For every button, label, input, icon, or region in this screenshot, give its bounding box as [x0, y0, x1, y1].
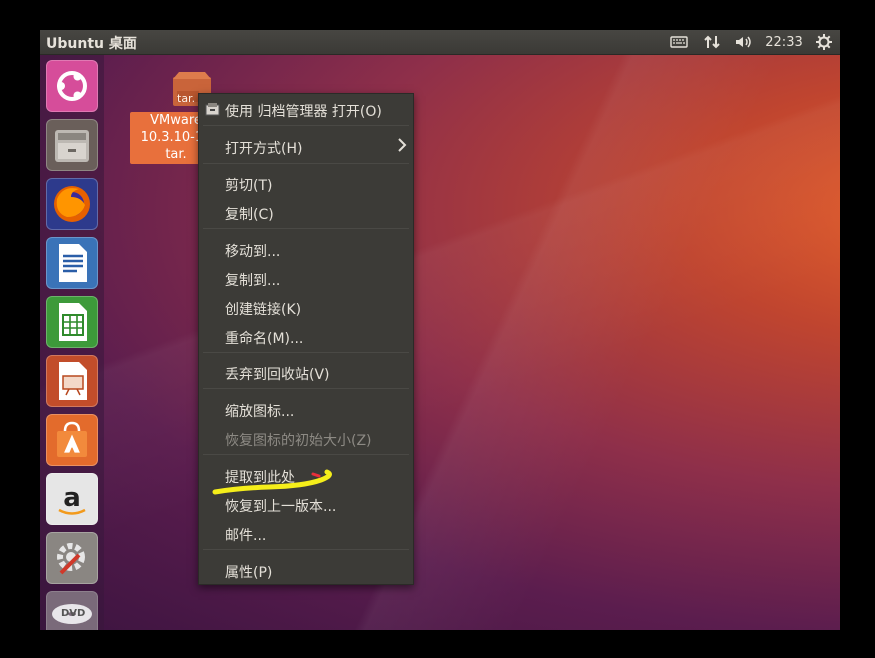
firefox-icon[interactable] — [46, 178, 98, 230]
menu-separator — [203, 163, 409, 164]
keyboard-icon[interactable] — [668, 32, 690, 52]
chevron-right-icon — [398, 138, 407, 152]
calc-icon[interactable] — [46, 296, 98, 348]
menu-item-move-to-trash[interactable]: 丢弃到回收站(V) — [199, 358, 413, 386]
clock[interactable]: 22:33 — [764, 32, 804, 52]
menu-item-open-with-archive-manager[interactable]: 使用 归档管理器 打开(O) — [199, 95, 413, 123]
writer-icon[interactable] — [46, 237, 98, 289]
menu-item-move-to[interactable]: 移动到... — [199, 235, 413, 263]
menu-item-label: 剪切(T) — [225, 178, 273, 194]
desktop-screen: Ubuntu 桌面 22:33 a DVD tar. VMware 10.3.1… — [40, 30, 840, 630]
menu-item-restore-icon-size: 恢复图标的初始大小(Z) — [199, 424, 413, 452]
menu-item-label: 复制到... — [225, 273, 281, 289]
menu-item-label: 邮件... — [225, 528, 267, 544]
menu-item-label: 打开方式(H) — [225, 141, 303, 157]
menu-item-resize-icon[interactable]: 缩放图标... — [199, 395, 413, 423]
network-icon[interactable] — [701, 32, 723, 52]
menu-item-properties[interactable]: 属性(P) — [199, 556, 413, 584]
launcher: a DVD — [40, 55, 104, 630]
volume-icon[interactable] — [732, 32, 756, 52]
system-settings-icon[interactable] — [46, 532, 98, 584]
software-center-icon[interactable] — [46, 414, 98, 466]
menu-separator — [203, 388, 409, 389]
menu-separator — [203, 125, 409, 126]
ubuntu-logo-icon[interactable] — [46, 60, 98, 112]
context-menu: 使用 归档管理器 打开(O) 打开方式(H) 剪切(T) 复制(C) 移动到..… — [198, 93, 414, 585]
svg-text:a: a — [63, 483, 81, 513]
panel-title: Ubuntu 桌面 — [46, 36, 137, 52]
menu-item-copy[interactable]: 复制(C) — [199, 198, 413, 226]
menu-item-email[interactable]: 邮件... — [199, 519, 413, 547]
menu-separator — [203, 352, 409, 353]
impress-icon[interactable] — [46, 355, 98, 407]
menu-separator — [203, 228, 409, 229]
menu-item-label: 复制(C) — [225, 207, 274, 223]
power-gear-icon[interactable] — [814, 32, 834, 52]
menu-item-label: 丢弃到回收站(V) — [225, 367, 330, 383]
dvd-label: DVD — [61, 608, 86, 619]
menu-separator — [203, 549, 409, 550]
amazon-icon[interactable]: a — [46, 473, 98, 525]
menu-item-rename[interactable]: 重命名(M)... — [199, 322, 413, 350]
menu-item-label: 重命名(M)... — [225, 331, 304, 347]
menu-item-label: 创建链接(K) — [225, 302, 302, 318]
menu-item-copy-to[interactable]: 复制到... — [199, 264, 413, 292]
file-cabinet-icon[interactable] — [46, 119, 98, 171]
top-panel: Ubuntu 桌面 22:33 — [40, 30, 840, 55]
menu-item-label: 缩放图标... — [225, 404, 295, 420]
menu-item-label: 使用 归档管理器 打开(O) — [225, 104, 382, 120]
archive-manager-icon — [205, 103, 220, 116]
menu-item-cut[interactable]: 剪切(T) — [199, 169, 413, 197]
yellow-underline-annotation — [212, 469, 332, 495]
menu-item-label: 移动到... — [225, 244, 281, 260]
file-badge: tar. — [177, 92, 196, 105]
menu-item-label: 恢复图标的初始大小(Z) — [225, 433, 372, 449]
menu-item-label: 属性(P) — [225, 565, 273, 581]
menu-item-open-with[interactable]: 打开方式(H) — [199, 132, 413, 160]
dvd-icon[interactable]: DVD — [46, 591, 98, 630]
menu-item-create-link[interactable]: 创建链接(K) — [199, 293, 413, 321]
menu-separator — [203, 454, 409, 455]
